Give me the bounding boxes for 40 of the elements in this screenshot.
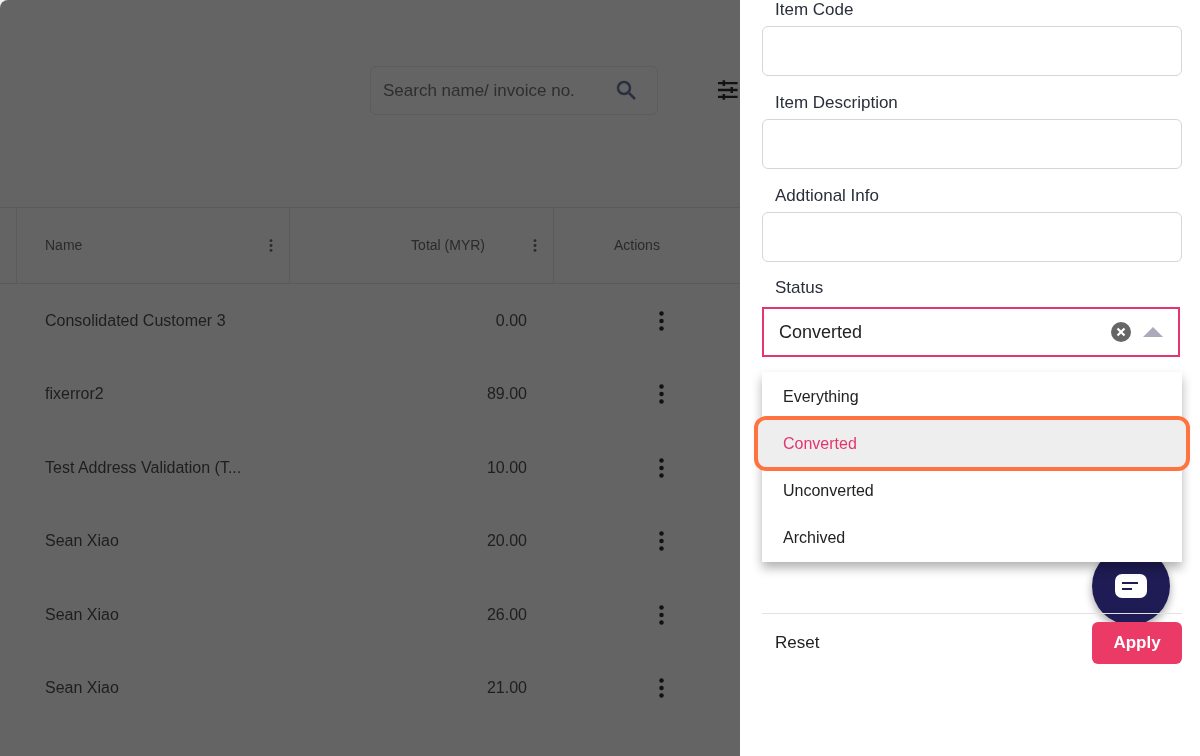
dropdown-option[interactable]: Archived [762,514,1182,561]
table-cell: Sean Xiao [45,532,119,550]
column-menu-icon[interactable] [269,239,273,252]
more-icon[interactable] [659,457,664,478]
more-icon[interactable] [659,310,664,331]
column-header: Name [45,236,83,255]
sliders-icon[interactable] [716,78,740,102]
table-cell: Consolidated Customer 3 [45,311,226,329]
dropdown-option[interactable]: Everything [762,373,1182,420]
input-field[interactable] [762,212,1182,262]
table-cell: 21.00 [486,679,527,697]
more-icon[interactable] [659,678,664,699]
input-field[interactable] [762,119,1182,169]
caret-up-icon [1143,327,1163,337]
field-label: Addtional Info [774,185,880,207]
table-cell: 20.00 [486,532,527,550]
more-icon[interactable] [659,531,664,552]
table-cell: 0.00 [495,311,527,329]
column-menu-icon[interactable] [533,239,537,252]
apply-button[interactable]: Apply [1092,622,1182,664]
table-cell: 10.00 [486,458,527,476]
more-icon[interactable] [659,604,664,625]
status-select[interactable]: Converted [762,307,1180,357]
column-header: Actions [614,236,660,255]
table-cell: Sean Xiao [45,679,119,697]
table-cell: Test Address Validation (T... [45,458,242,476]
chat-icon [1115,574,1147,598]
table-cell: fixerror2 [45,385,104,403]
field-label: Item Code [774,0,855,21]
column-header: Total (MYR) [411,236,485,255]
dropdown-option[interactable]: Unconverted [762,467,1182,514]
table-cell: 89.00 [486,385,527,403]
reset-button[interactable]: Reset [762,630,820,656]
input-field[interactable] [762,26,1182,76]
clear-icon[interactable] [1111,322,1131,342]
table-cell: Sean Xiao [45,605,119,623]
field-label: Item Description [774,92,899,114]
field-label: Status [774,277,825,299]
more-icon[interactable] [659,384,664,405]
table-cell: 26.00 [486,605,527,623]
